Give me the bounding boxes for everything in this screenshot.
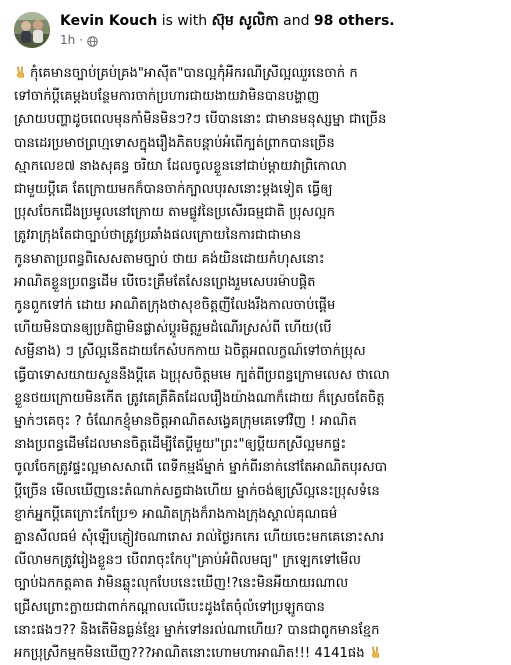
post-body-line: លីលាមកត្រូវរៀងខ្លួនៗ បើពរាចុះកែបុ"គ្រាប់… (14, 549, 501, 572)
author-name[interactable]: Kevin Kouch (60, 13, 157, 29)
post-body-line: ខ្លួនថយក្រោយមិនកើត ត្រូវគេត្រឹគិតដែលរឿងយ… (14, 387, 501, 410)
is-with-text: is with (161, 13, 208, 29)
post-body-line-text: ប្តីច្រើន មើលឃើញនេះតំណាក់សត្វជាងហើយ ម្នា… (14, 483, 380, 499)
others-count[interactable]: 98 others. (314, 13, 395, 29)
post-body-line-text: ខ្លួនថយក្រោយមិនកើត ត្រូវគេត្រឹគិតដែលរឿងយ… (14, 390, 385, 406)
post-body-line: ប្តីច្រើន មើលឃើញនេះតំណាក់សត្វជាងហើយ ម្នា… (14, 480, 501, 503)
post-body-line: កូនមាតាប្រពន្ធពិសេសតាមច្បាប់ ថាយ គង់យិនដ… (14, 248, 501, 271)
post-body-line: ធ្វើបាទោសយាយសួននឹងប្តីគេ ឯប្រុសចិត្តមមេ … (14, 364, 501, 387)
post-body-line: ប្រុសចែកជើងប្រមូលនៅក្រោយ តាមផ្លូវនៃប្រសើ… (14, 201, 501, 224)
post-body-line-text: អាណិតខ្លួនប្រពន្ធដើម បើចេះត្រឹមតែសែនព្រេ… (14, 274, 316, 290)
globe-icon[interactable] (87, 35, 98, 47)
post-header: Kevin Kouch is with ស៊ុម សូលិកា and 98 o… (14, 8, 501, 52)
post-body-line: ជ្រើសព្រោះក្លាយជាពាក់កណ្តាលលើបេះដូងតែចុំ… (14, 596, 501, 619)
post-body-line-text: ស្រាយបញ្ហាដូចពេលមុនកាំមិនមិនៗ?ៗ បើបាននោះ… (14, 112, 387, 128)
post-body-line-text: សម្ផីនាង) ៗ ស្រីល្អនើតដាយកែសំបកកាយ ឯចិត្… (14, 344, 366, 360)
post-body-line-text: ទៅចាក់ប្តីគេម្តងបន្ថែមការចាក់ប្រហារជាយងា… (14, 89, 320, 105)
post-body-line-text: ជាមួយប្តីគេ តែក្រោយមកក៏បានចាក់ក្បាលបុរសន… (14, 182, 333, 198)
post-body-line-text: នោះផងៗ?? និងតើមិនធ្ងន់ខ្មែរ ម្នាក់ទៅនរល់… (14, 622, 380, 638)
post-body-line-text: អកប្រុស្រីកម្មកមិនឃើញ???អាណិតនោះហោមហាអាណ… (14, 646, 365, 662)
post-body-line: ខ្ញាក់អ្នកប្តីគេក្រោះកែប្រែ១ អាណិតក្រុងក… (14, 503, 501, 526)
post-body-line-text: បានដេរប្រមាថព្រហ្មទោសក្នុងរឿងភិតបន្តាប់អ… (14, 135, 335, 151)
post-body-line-text: ខ្ញាក់អ្នកប្តីគេក្រោះកែប្រែ១ អាណិតក្រុងក… (14, 506, 338, 522)
post-body-text: កុំគេមានច្បាប់គ្រប់គ្រង"អាស៊ីត"បានល្អកុំ… (14, 62, 501, 665)
post-body-line: ហើយមិនបានឲ្យប្រតិជ្ញាមិនផ្លាស់ប្តូរមិត្ត… (14, 317, 501, 340)
post-body-line-text: ម្នាក់ៗគេចុះ ? ចំណែកខ្ញុំមានចិត្តអាណិតសង… (14, 414, 357, 430)
post-body-line-text: នាងប្រពន្ធដើមដែលមានចិត្តដើម្បីតែប្តីមួយ"… (14, 437, 347, 453)
post-body-line-text: ហើយមិនបានឲ្យប្រតិជ្ញាមិនផ្លាស់ប្តូរមិត្ត… (14, 321, 332, 337)
victory-hand-icon (14, 65, 28, 79)
post-body-line-text: ស្មាកលេខ៧ នាងសុគន្ធ ចរិយា ដែលចូលខ្លួននៅជ… (14, 158, 347, 174)
author-line: Kevin Kouch is with ស៊ុម សូលិកា and 98 o… (60, 12, 395, 30)
post-body-line-text: កុំគេមានច្បាប់គ្រប់គ្រង"អាស៊ីត"បានល្អកុំ… (30, 66, 358, 81)
post-body-line: អកប្រុស្រីកម្មកមិនឃើញ???អាណិតនោះហោមហាអាណ… (14, 642, 501, 665)
facebook-post: Kevin Kouch is with ស៊ុម សូលិកា and 98 o… (0, 0, 511, 661)
post-body-line: កូនពួកទៅក់ ដោយ អាណិតក្រុងថាសុខចិត្តញីលែង… (14, 294, 501, 317)
post-body-line-text: លីលាមកត្រូវរៀងខ្លួនៗ បើពរាចុះកែបុ"គ្រាប់… (14, 553, 361, 569)
separator: · (79, 33, 84, 47)
avatar-image (14, 12, 50, 48)
tagged-person[interactable]: ស៊ុម សូលិកា (212, 13, 279, 29)
post-body-line-text: ច្បាប់ឯកកត្តគាត វាមិនឆ្លុះលុកបែបនេះឃើញ!?… (14, 576, 349, 592)
post-body-line: បានដេរប្រមាថព្រហ្មទោសក្នុងរឿងភិតបន្តាប់អ… (14, 132, 501, 155)
and-text: and (283, 13, 310, 29)
post-body-line: ទៅចាក់ប្តីគេម្តងបន្ថែមការចាក់ប្រហារជាយងា… (14, 85, 501, 108)
post-timestamp[interactable]: 1h (60, 32, 75, 48)
post-body-line: ស្មាកលេខ៧ នាងសុគន្ធ ចរិយា ដែលចូលខ្លួននៅជ… (14, 155, 501, 178)
post-body-line-text: ត្រូវរាក្រុងតែជាច្បាប់ថាត្រូវប្រឆាំងផលក្… (14, 228, 302, 244)
post-body-line: នាងប្រពន្ធដើមដែលមានចិត្តដើម្បីតែប្តីមួយ"… (14, 433, 501, 456)
post-body-line: ម្នាក់ៗគេចុះ ? ចំណែកខ្ញុំមានចិត្តអាណិតសង… (14, 410, 501, 433)
post-body-line: កុំគេមានច្បាប់គ្រប់គ្រង"អាស៊ីត"បានល្អកុំ… (14, 62, 501, 85)
post-body-line-text: ធ្វើបាទោសយាយសួននឹងប្តីគេ ឯប្រុសចិត្តមមេ … (14, 367, 390, 383)
post-body-line: សម្ផីនាង) ៗ ស្រីល្អនើតដាយកែសំបកកាយ ឯចិត្… (14, 340, 501, 363)
post-body-line: ច្បាប់ឯកកត្តគាត វាមិនឆ្លុះលុកបែបនេះឃើញ!?… (14, 572, 501, 595)
post-body-line-text: ប្រុសចែកជើងប្រមូលនៅក្រោយ តាមផ្លូវនៃប្រសើ… (14, 205, 336, 221)
post-body-line: គ្នានសីលធម៌ សុំឡើបភ្ញៀវចណារោស រាល់ថ្ងៃរក… (14, 526, 501, 549)
post-body-line-text: ចូលចែកត្រូវផ្ទះល្អមាសសាពើ ពេទីកម្មង័ម្នា… (14, 460, 388, 476)
avatar[interactable] (14, 12, 50, 48)
post-subline: 1h · (60, 32, 395, 48)
post-body-line: ស្រាយបញ្ហាដូចពេលមុនកាំមិនមិនៗ?ៗ បើបាននោះ… (14, 108, 501, 131)
post-body-line-text: ជ្រើសព្រោះក្លាយជាពាក់កណ្តាលលើបេះដូងតែចុំ… (14, 599, 325, 615)
post-meta: Kevin Kouch is with ស៊ុម សូលិកា and 98 o… (60, 12, 395, 48)
post-body-line: ជាមួយប្តីគេ តែក្រោយមកក៏បានចាក់ក្បាលបុរសន… (14, 178, 501, 201)
post-body-line-text: កូនមាតាប្រពន្ធពិសេសតាមច្បាប់ ថាយ គង់យិនដ… (14, 251, 325, 267)
post-body-line: ត្រូវរាក្រុងតែជាច្បាប់ថាត្រូវប្រឆាំងផលក្… (14, 224, 501, 247)
post-body-line-text: គ្នានសីលធម៌ សុំឡើបភ្ញៀវចណារោស រាល់ថ្ងៃរក… (14, 530, 385, 546)
post-body-line: ចូលចែកត្រូវផ្ទះល្អមាសសាពើ ពេទីកម្មង័ម្នា… (14, 456, 501, 479)
post-body-line: នោះផងៗ?? និងតើមិនធ្ងន់ខ្មែរ ម្នាក់ទៅនរល់… (14, 619, 501, 642)
post-body-line: អាណិតខ្លួនប្រពន្ធដើម បើចេះត្រឹមតែសែនព្រេ… (14, 271, 501, 294)
post-body-line-text: កូនពួកទៅក់ ដោយ អាណិតក្រុងថាសុខចិត្តញីលែង… (14, 298, 336, 314)
victory-hand-icon (369, 645, 383, 659)
